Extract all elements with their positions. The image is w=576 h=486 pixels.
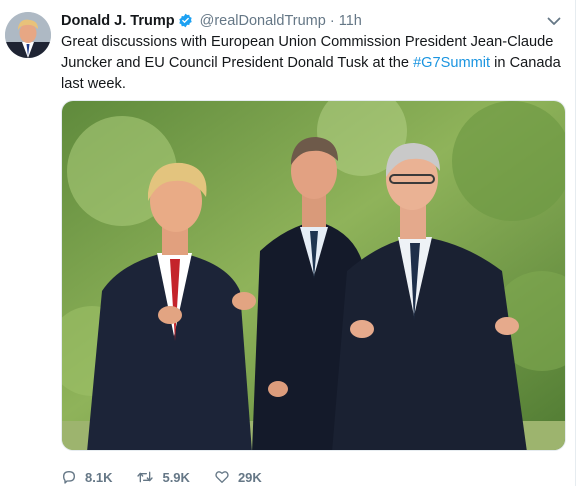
avatar-image bbox=[5, 12, 51, 58]
avatar[interactable] bbox=[5, 12, 51, 58]
hashtag-link[interactable]: #G7Summit bbox=[413, 55, 490, 71]
tweet-card[interactable]: Donald J. Trump @realDonaldTrump · 11h G… bbox=[0, 0, 576, 486]
photo-image bbox=[62, 101, 565, 450]
like-icon bbox=[215, 471, 229, 483]
chevron-down-icon bbox=[547, 17, 561, 25]
separator-dot: · bbox=[329, 13, 335, 29]
retweet-count: 5.9K bbox=[162, 469, 190, 485]
reply-button[interactable]: 8.1K bbox=[61, 469, 112, 485]
timestamp[interactable]: 11h bbox=[339, 13, 362, 29]
like-button[interactable]: 29K bbox=[214, 469, 262, 485]
tweet-photo[interactable] bbox=[61, 100, 566, 451]
retweet-button[interactable]: 5.9K bbox=[136, 469, 190, 485]
display-name[interactable]: Donald J. Trump bbox=[61, 13, 175, 29]
reply-icon bbox=[63, 471, 75, 484]
user-handle[interactable]: @realDonaldTrump bbox=[200, 13, 326, 29]
verified-badge-icon bbox=[178, 13, 192, 28]
tweet-header: Donald J. Trump @realDonaldTrump · 11h bbox=[61, 11, 535, 31]
more-options-button[interactable] bbox=[545, 12, 563, 30]
reply-count: 8.1K bbox=[85, 469, 113, 485]
tweet-text: Great discussions with European Union Co… bbox=[61, 32, 561, 95]
tweet-actions: 8.1K 5.9K 29K bbox=[61, 466, 286, 486]
like-count: 29K bbox=[237, 469, 262, 485]
retweet-icon bbox=[137, 471, 154, 483]
